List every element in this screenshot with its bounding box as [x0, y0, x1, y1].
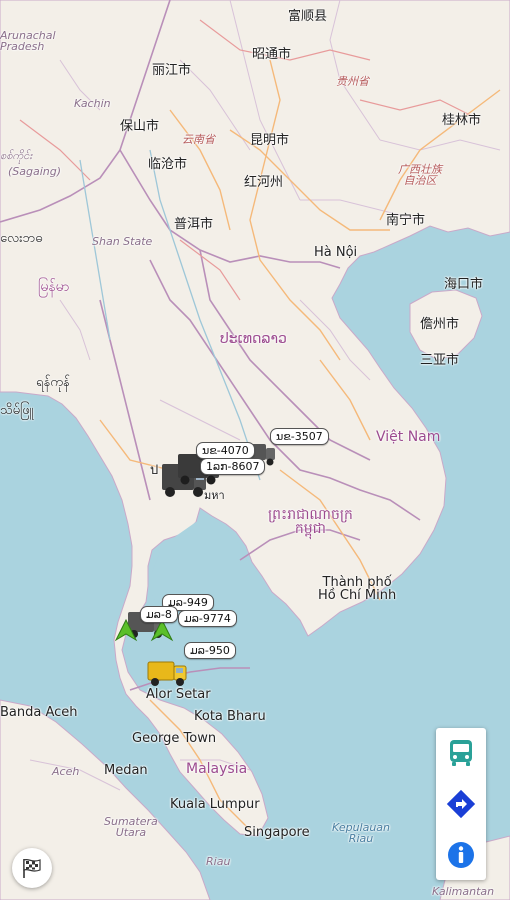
- directions-button[interactable]: [441, 784, 481, 824]
- checkered-flag-icon: [23, 858, 41, 878]
- truck-icon[interactable]: [146, 654, 192, 690]
- bus-icon: [450, 740, 472, 767]
- map-controls-panel: [436, 728, 486, 880]
- vehicle-tag[interactable]: ນຂ-3507: [270, 428, 329, 445]
- info-button[interactable]: [441, 835, 481, 875]
- vehicle-tag[interactable]: ນຂ-4070: [196, 442, 255, 459]
- vehicle-tag[interactable]: 1ລກ-8607: [200, 458, 266, 475]
- map-view[interactable]: 富顺县 昭通市 丽江市 贵州省 Kachin 保山市 云南省 昆明市 桂林市 临…: [0, 0, 510, 900]
- vehicle-tag[interactable]: ມລ-950: [184, 642, 236, 659]
- bus-button[interactable]: [441, 733, 481, 773]
- info-icon: [448, 841, 474, 868]
- vehicle-tag[interactable]: ມລ-8: [140, 606, 178, 623]
- directions-icon: [446, 789, 476, 819]
- vehicle-tag[interactable]: ມລ-9774: [178, 610, 237, 627]
- flag-button[interactable]: [12, 848, 52, 888]
- arrow-marker-icon[interactable]: [114, 618, 138, 642]
